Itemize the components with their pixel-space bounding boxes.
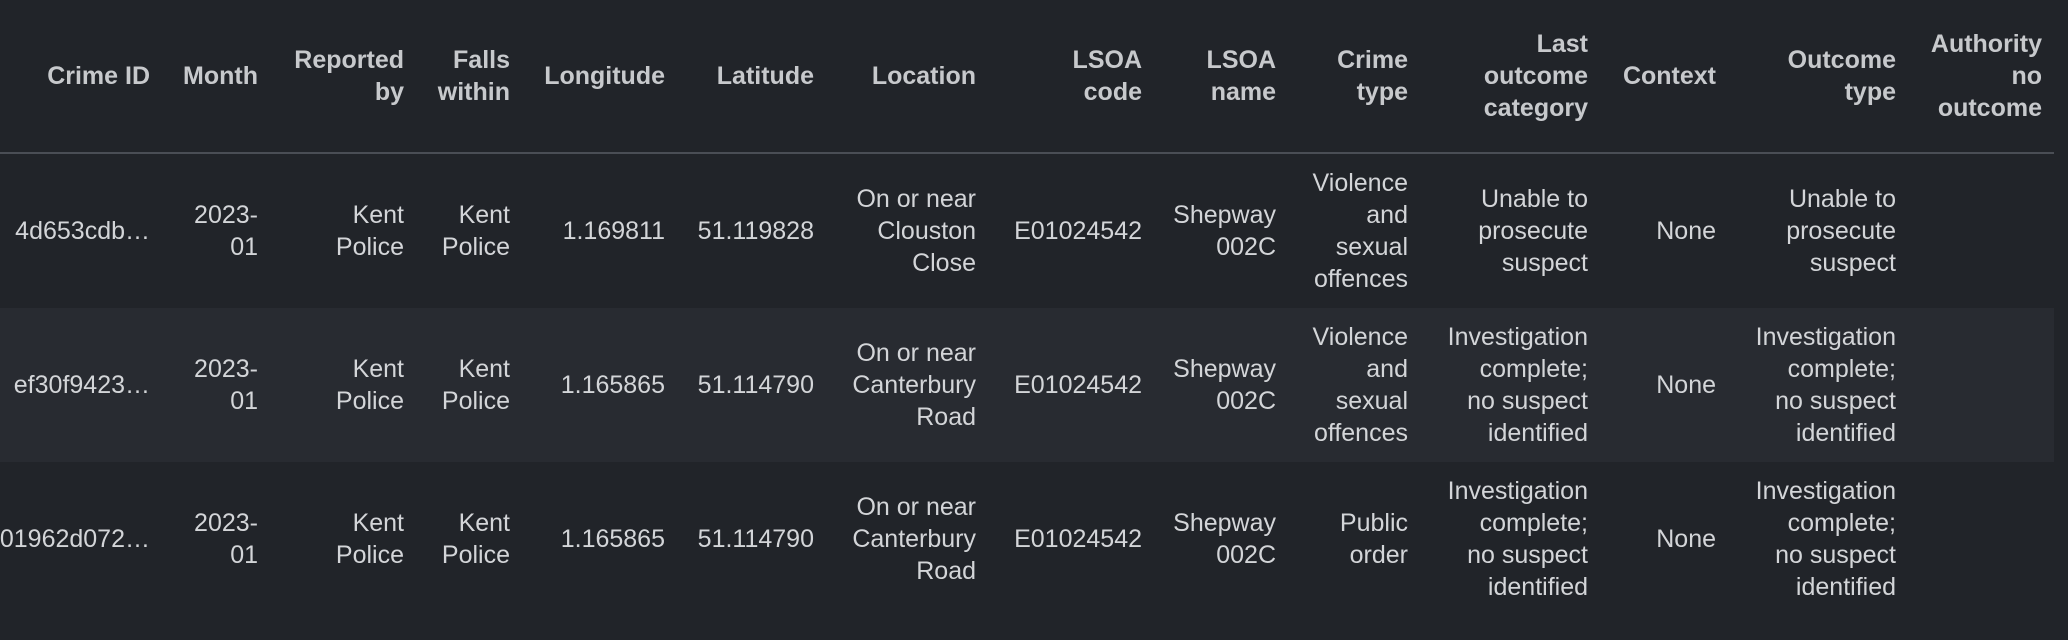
cell-longitude: 1.165865 [560, 525, 665, 553]
table-row: ef30f9423… 2023- 01 Kent Police Kent Pol… [0, 308, 2054, 462]
cell-reported-by: Kent Police [335, 355, 404, 415]
cell-latitude: 51.114790 [697, 525, 814, 553]
header-lsoa-code: LSOA code [1072, 46, 1142, 106]
header-month: Month [183, 62, 258, 90]
header-context: Context [1622, 62, 1716, 90]
cell-outcome-type: Investigation complete; no suspect ident… [1755, 323, 1896, 447]
header-location: Location [871, 62, 976, 90]
cell-latitude: 51.119828 [697, 217, 814, 245]
header-lsoa-name: LSOA name [1206, 46, 1276, 106]
cell-authority-no-outcome [1904, 462, 2042, 616]
header-falls-within: Falls within [437, 46, 510, 106]
cell-location: On or near Canterbury Road [852, 493, 976, 585]
cell-falls-within: Kent Police [441, 355, 510, 415]
cell-last-outcome-category: Unable to prosecute suspect [1478, 185, 1588, 277]
header-reported-by: Reported by [294, 46, 404, 106]
cell-crime-type: Violence and sexual offences [1312, 323, 1408, 447]
header-crime-type: Crime type [1337, 46, 1408, 106]
table-header-row: Crime ID Month Reported by Falls within … [0, 0, 2054, 154]
cell-lsoa-code: E01024542 [1014, 217, 1142, 245]
cell-last-outcome-category: Investigation complete; no suspect ident… [1447, 477, 1588, 601]
header-longitude: Longitude [544, 62, 665, 90]
cell-lsoa-code: E01024542 [1014, 371, 1142, 399]
cell-crime-type: Violence and sexual offences [1312, 169, 1408, 293]
cell-crime-id: 01962d072… [0, 525, 150, 553]
cell-longitude: 1.169811 [562, 217, 665, 245]
cell-reported-by: Kent Police [335, 509, 404, 569]
header-authority-no-outcome: Authority no outcome [1930, 30, 2042, 122]
header-latitude: Latitude [716, 62, 814, 90]
cell-month: 2023- 01 [194, 355, 258, 415]
cell-reported-by: Kent Police [335, 201, 404, 261]
cell-location: On or near Clouston Close [856, 185, 976, 277]
cell-month: 2023- 01 [194, 509, 258, 569]
table-row: 4d653cdb… 2023- 01 Kent Police Kent Poli… [0, 154, 2054, 308]
header-last-outcome-category: Last outcome category [1483, 30, 1588, 122]
cell-lsoa-name: Shepway 002C [1173, 355, 1276, 415]
cell-crime-type: Public order [1339, 509, 1408, 569]
cell-month: 2023- 01 [194, 201, 258, 261]
cell-authority-no-outcome [1904, 154, 2042, 308]
cell-longitude: 1.165865 [560, 371, 665, 399]
cell-context: None [1656, 217, 1716, 245]
table-row: 01962d072… 2023- 01 Kent Police Kent Pol… [0, 462, 2054, 616]
cell-context: None [1656, 525, 1716, 553]
cell-crime-id: ef30f9423… [13, 371, 150, 399]
cell-falls-within: Kent Police [441, 509, 510, 569]
cell-lsoa-name: Shepway 002C [1173, 201, 1276, 261]
cell-outcome-type: Investigation complete; no suspect ident… [1755, 477, 1896, 601]
cell-crime-id: 4d653cdb… [15, 217, 150, 245]
cell-authority-no-outcome [1904, 308, 2042, 462]
header-crime-id: Crime ID [47, 62, 150, 90]
cell-lsoa-name: Shepway 002C [1173, 509, 1276, 569]
cell-falls-within: Kent Police [441, 201, 510, 261]
cell-lsoa-code: E01024542 [1014, 525, 1142, 553]
cell-last-outcome-category: Investigation complete; no suspect ident… [1447, 323, 1588, 447]
cell-outcome-type: Unable to prosecute suspect [1786, 185, 1896, 277]
cell-latitude: 51.114790 [697, 371, 814, 399]
cell-location: On or near Canterbury Road [852, 339, 976, 431]
cell-context: None [1656, 371, 1716, 399]
header-outcome-type: Outcome type [1787, 46, 1896, 106]
